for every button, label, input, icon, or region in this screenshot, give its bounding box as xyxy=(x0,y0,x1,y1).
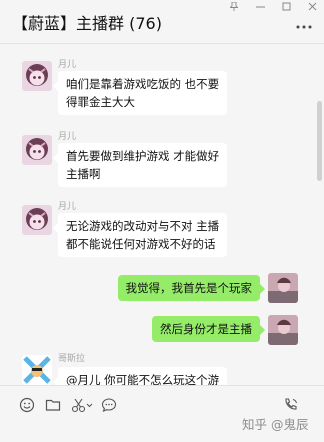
watermark: 知乎 @鬼辰 xyxy=(242,414,314,438)
message-bubble[interactable]: @月儿 你可能不怎么玩这个游 xyxy=(52,367,228,385)
message-bubble[interactable]: 然后身份才是主播 xyxy=(152,316,265,342)
message-line: 然后身份才是主播 xyxy=(160,322,252,336)
emoji-icon[interactable] xyxy=(18,396,36,414)
svg-text:知乎 @鬼辰: 知乎 @鬼辰 xyxy=(242,417,309,432)
maximize-icon[interactable] xyxy=(278,0,294,12)
message-item: 月儿 咱们是靠着游戏吃饭的 也不要 得罪金主大大 xyxy=(0,45,324,125)
message-line: 首先要做到维护游戏 才能做好 xyxy=(66,149,220,163)
message-item: 月儿 无论游戏的改动对与不对 主播 都不能说任何对游戏不好的话 xyxy=(0,195,324,265)
folder-icon[interactable] xyxy=(44,396,62,414)
more-icon[interactable] xyxy=(294,22,314,32)
message-line: 无论游戏的改动对与不对 主播 xyxy=(66,219,220,233)
message-item: 然后身份才是主播 xyxy=(0,311,324,351)
close-icon[interactable] xyxy=(304,0,320,12)
avatar[interactable] xyxy=(22,61,52,91)
minimize-icon[interactable] xyxy=(252,0,268,12)
scrollbar[interactable] xyxy=(317,101,322,181)
message-item: 我觉得，我首先是个玩家 xyxy=(0,271,324,307)
message-bubble[interactable]: 首先要做到维护游戏 才能做好 主播啊 xyxy=(52,143,228,187)
message-line: 咱们是靠着游戏吃饭的 也不要 xyxy=(66,77,220,91)
message-item: 哥斯拉 @月儿 你可能不怎么玩这个游 xyxy=(0,349,324,385)
chat-area[interactable]: 月儿 咱们是靠着游戏吃饭的 也不要 得罪金主大大 月儿 首先要做到维护游戏 才能… xyxy=(0,45,324,385)
message-line: 都不能说任何对游戏不好的话 xyxy=(66,237,216,251)
self-avatar[interactable] xyxy=(268,315,298,345)
message-bubble[interactable]: 无论游戏的改动对与不对 主播 都不能说任何对游戏不好的话 xyxy=(52,213,228,257)
window-controls xyxy=(226,0,320,12)
scissors-icon[interactable] xyxy=(70,396,94,414)
self-avatar[interactable] xyxy=(268,273,298,303)
title-bar: 【蔚蓝】主播群 (76) xyxy=(0,0,324,44)
sender-name: 月儿 xyxy=(58,202,77,212)
sender-name: 月儿 xyxy=(58,132,77,142)
chat-history-icon[interactable] xyxy=(100,396,118,414)
chat-title: 【蔚蓝】主播群 (76) xyxy=(12,14,162,33)
message-bubble[interactable]: 咱们是靠着游戏吃饭的 也不要 得罪金主大大 xyxy=(52,71,228,115)
pin-icon[interactable] xyxy=(226,0,242,12)
avatar[interactable] xyxy=(22,205,52,235)
message-line: 我觉得，我首先是个玩家 xyxy=(125,281,253,295)
message-item: 月儿 首先要做到维护游戏 才能做好 主播啊 xyxy=(0,125,324,195)
sender-name: 月儿 xyxy=(58,60,77,70)
message-line: 主播啊 xyxy=(66,167,101,181)
avatar[interactable] xyxy=(22,135,52,165)
message-bubble[interactable]: 我觉得，我首先是个玩家 xyxy=(117,275,265,301)
voice-call-icon[interactable] xyxy=(282,396,300,414)
message-line: 得罪金主大大 xyxy=(66,95,135,109)
message-line: @月儿 你可能不怎么玩这个游 xyxy=(66,373,220,385)
sender-name: 哥斯拉 xyxy=(58,354,86,364)
avatar[interactable] xyxy=(22,355,52,385)
